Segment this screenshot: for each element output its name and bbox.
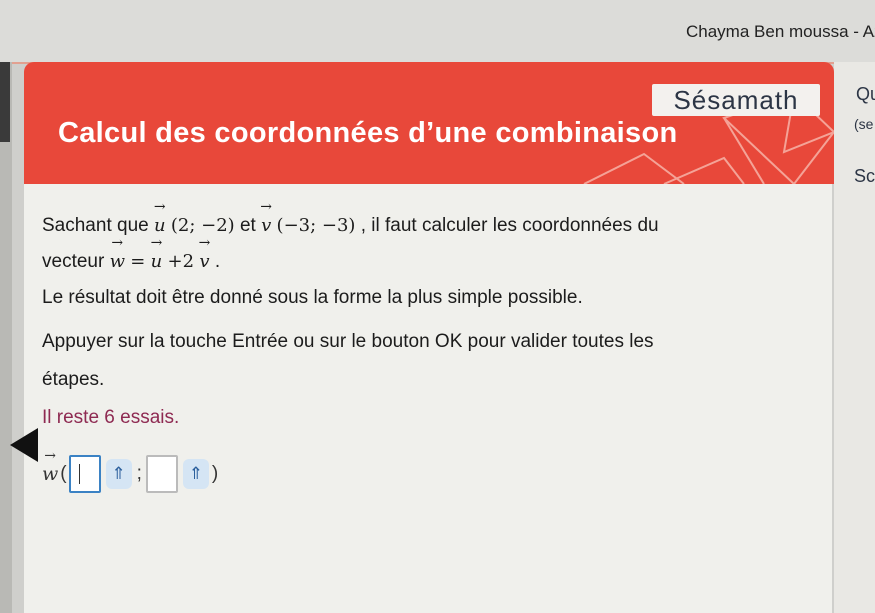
left-strip-handle: [0, 62, 10, 142]
instruction-enter-key: Appuyer sur la touche Entrée ou sur le b…: [42, 331, 654, 352]
statement-text: , il faut calculer les coordonnées du: [360, 215, 659, 236]
period: .: [214, 251, 221, 272]
statement-text: et: [239, 215, 262, 236]
exercise-banner: Sésamath Calcul des coordonnées d’une co…: [24, 62, 834, 184]
close-paren: ): [211, 463, 219, 484]
y-expand-button[interactable]: ⇑: [182, 459, 209, 489]
vector-w: w: [110, 250, 125, 274]
statement-text: vecteur: [42, 251, 110, 272]
user-name: Chayma Ben moussa - Az: [686, 22, 875, 41]
text-cursor: [78, 464, 80, 484]
instruction-simplest-form: Le résultat doit être donné sous la form…: [42, 287, 583, 308]
remaining-attempts: Il reste 6 essais.: [42, 407, 180, 428]
u-coordinates: (2; −2): [170, 215, 235, 236]
statement-line-1: Sachant que u (2; −2) et v (−3; −3) , il…: [42, 214, 659, 238]
right-panel-subheading: (se: [854, 116, 874, 132]
statement-text: Sachant que: [42, 215, 154, 236]
x-coordinate-input[interactable]: [68, 455, 101, 493]
exercise-content: Sachant que u (2; −2) et v (−3; −3) , il…: [10, 184, 832, 613]
top-bar: Chayma Ben moussa - Az: [0, 0, 875, 64]
right-panel-score: Sc: [854, 166, 875, 186]
v-coordinates: (−3; −3): [276, 215, 356, 236]
y-coordinate-input[interactable]: [145, 455, 178, 493]
sesamath-logo[interactable]: Sésamath: [652, 84, 820, 116]
left-strip: [0, 62, 12, 613]
answer-row: w ( ⇑ ; ⇑ ): [42, 454, 218, 494]
right-panel-heading: Qu: [856, 84, 875, 104]
instruction-enter-key-cont: étapes.: [42, 369, 105, 390]
answer-vector-label: w: [42, 463, 58, 485]
vector-u: u: [151, 250, 163, 274]
exercise-title: Calcul des coordonnées d’une combinaison: [58, 117, 678, 149]
statement-line-2: vecteur w = u +2 v .: [42, 250, 220, 274]
x-expand-button[interactable]: ⇑: [105, 459, 132, 489]
play-arrow-icon[interactable]: [10, 428, 38, 462]
open-paren: (: [60, 463, 67, 484]
equals-sign: =: [130, 251, 146, 272]
plus-two: +2: [167, 251, 195, 272]
right-panel: Qu (se Sc: [834, 62, 875, 613]
vector-v: v: [199, 250, 209, 274]
vector-v: v: [261, 214, 271, 238]
semicolon: ;: [136, 463, 142, 484]
